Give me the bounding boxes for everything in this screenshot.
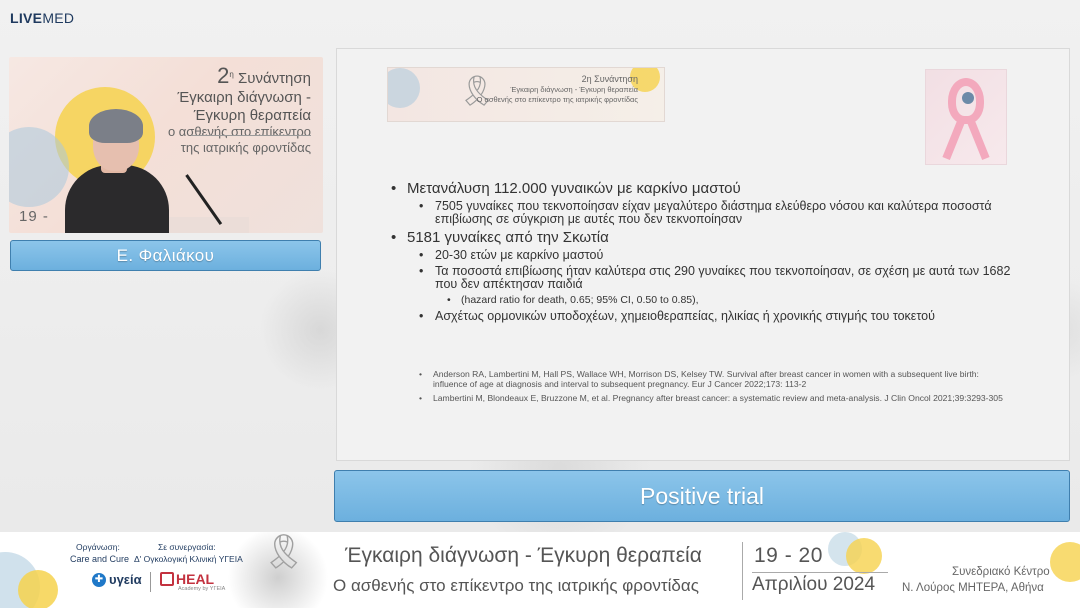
livemed-logo: LIVEMED <box>10 10 74 26</box>
bullet-scotland-survival: Τα ποσοστά επιβίωσης ήταν καλύτερα στις … <box>419 265 1011 291</box>
event-footer-banner: 🎗 Οργάνωση: Care and Cure Σε συνεργασία:… <box>0 532 1080 608</box>
banner-line3: Ο ασθενής στο επίκεντρο της ιατρικής φρο… <box>476 94 638 104</box>
banner-decor-circle <box>388 68 420 108</box>
logo-light: MED <box>42 10 75 26</box>
video-title-line2: Έγκαιρη διάγνωση - <box>177 88 311 106</box>
organizer-name: Care and Cure <box>70 554 130 564</box>
video-title-sup: η <box>229 70 234 79</box>
footer-date-divider <box>752 572 888 573</box>
footer-decor-sun-right <box>1050 542 1080 582</box>
slide-references: Anderson RA, Lambertini M, Hall PS, Wall… <box>419 369 1015 407</box>
caption-text: Positive trial <box>640 482 764 509</box>
bullet-regardless: Ασχέτως ορμονικών υποδοχέων, χημειοθεραπ… <box>419 310 1011 324</box>
heal-logo-text: HEAL <box>176 570 215 587</box>
footer-decor-sun-middle <box>846 538 882 574</box>
footer-venue-line2: Ν. Λούρος ΜΗΤΕΡΑ, Αθήνα <box>902 582 1044 594</box>
slide-bullets: Μετανάλυση 112.000 γυναικών με καρκίνο μ… <box>391 180 1011 326</box>
video-title-word: Συνάντηση <box>237 70 311 87</box>
reference-2: Lambertini M, Blondeaux E, Bruzzone M, e… <box>419 393 1015 403</box>
presentation-slide: 🎗 2η Συνάντηση Έγκαιρη διάγνωση - Έγκυρη… <box>336 48 1070 461</box>
banner-line2: Έγκαιρη διάγνωση - Έγκυρη θεραπεία <box>510 85 638 95</box>
heal-logo-subtext: Academy by ΥΓΕΙΑ <box>178 586 226 592</box>
footer-date-month: Απριλίου 2024 <box>752 574 876 595</box>
slide-event-banner: 🎗 2η Συνάντηση Έγκαιρη διάγνωση - Έγκυρη… <box>387 67 665 122</box>
speaker-name: Ε. Φαλιάκου <box>116 245 215 265</box>
footer-decor-sun-left <box>18 570 58 608</box>
footer-venue-line1: Συνεδριακό Κέντρο <box>952 566 1050 578</box>
logo-bold: LIVE <box>10 10 43 26</box>
video-title-line5: της ιατρικής φροντίδας <box>180 139 311 155</box>
banner-text: 2η Συνάντηση Έγκαιρη διάγνωση - Έγκυρη θ… <box>477 74 638 104</box>
footer-title-sub: Ο ασθενής στο επίκεντρο της ιατρικής φρο… <box>333 576 699 595</box>
video-title-number: 2 <box>217 63 230 88</box>
speaker-name-plate: Ε. Φαλιάκου <box>10 240 321 271</box>
footer-date-days: 19 - 20 <box>754 544 823 567</box>
speaker-hair <box>89 109 143 143</box>
speaker-body <box>65 165 169 233</box>
logo-separator <box>150 572 151 592</box>
cooperation-label: Σε συνεργασία: <box>158 542 216 552</box>
bullet-meta-analysis-detail: 7505 γυναίκες που τεκνοποίησαν είχαν μεγ… <box>419 200 1011 226</box>
footer-divider <box>742 542 743 600</box>
video-event-title: 2η Συνάντηση Έγκαιρη διάγνωση - Έγκυρη θ… <box>168 63 311 155</box>
bullet-scotland: 5181 γυναίκες από την Σκωτία <box>391 229 1011 247</box>
banner-line1: 2η Συνάντηση <box>581 74 638 84</box>
video-title-line3: Έγκυρη θεραπεία <box>193 106 311 124</box>
bullet-hazard-ratio: (hazard ratio for death, 0.65; 95% CI, 0… <box>447 294 1011 307</box>
footer-ribbon-icon: 🎗 <box>262 533 306 571</box>
video-title-line4: ο ασθενής στο επίκεντρο <box>167 124 311 140</box>
lectern <box>159 217 249 233</box>
woman-figure-icon <box>962 92 974 104</box>
organizer-label: Οργάνωση: <box>76 542 120 552</box>
ygeia-logo-icon: ✚ <box>92 572 106 587</box>
bullet-meta-analysis: Μετανάλυση 112.000 γυναικών με καρκίνο μ… <box>391 180 1011 198</box>
speaker-video[interactable]: 2η Συνάντηση Έγκαιρη διάγνωση - Έγκυρη θ… <box>9 57 323 233</box>
ygeia-logo-text: υγεία <box>109 572 142 587</box>
video-date: 19 - <box>19 208 49 225</box>
heal-logo-icon <box>160 571 174 586</box>
footer-title-main: Έγκαιρη διάγνωση - Έγκυρη θεραπεία <box>345 544 702 567</box>
ygeia-logo: ✚ υγεία <box>92 572 142 587</box>
ribbon-tail-right <box>966 118 990 160</box>
ribbon-tail-left <box>942 118 966 160</box>
video-title-divider <box>191 135 311 136</box>
slide-caption-bar: Positive trial <box>334 470 1070 522</box>
reference-1: Anderson RA, Lambertini M, Hall PS, Wall… <box>419 369 1015 389</box>
bullet-scotland-age: 20-30 ετών με καρκίνο μαστού <box>419 249 1011 263</box>
heal-academy-logo: HEAL Academy by ΥΓΕΙΑ <box>160 570 225 592</box>
cooperation-name: Δ' Ογκολογική Κλινική ΥΓΕΙΑ <box>134 554 243 564</box>
pink-ribbon-illustration <box>925 69 1007 165</box>
